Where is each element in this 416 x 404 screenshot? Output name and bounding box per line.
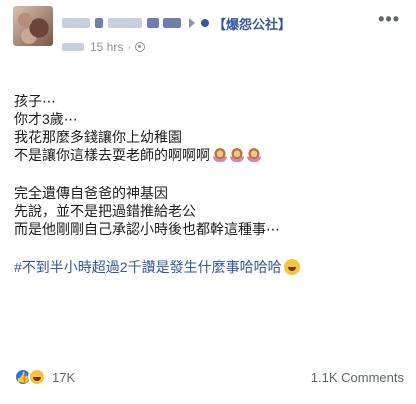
- author-name-blurred[interactable]: [62, 18, 90, 28]
- post-line: 而是他剛剛自己承認小時後也都幹這種事⋯: [14, 221, 280, 237]
- author-avatar[interactable]: [13, 6, 53, 46]
- reaction-count[interactable]: 17K: [52, 370, 75, 385]
- post-header: 【爆怨公社】: [62, 14, 291, 32]
- post-line: 我花那麼多錢讓你上幼稚園: [14, 129, 182, 145]
- post-line: 你才3歲⋯: [14, 111, 78, 127]
- timestamp[interactable]: 15 hrs: [90, 40, 123, 54]
- laughing-emoji-icon: [283, 259, 300, 275]
- hashtag-link[interactable]: #不到半小時超過2千讚是發生什麼事哈哈哈: [14, 259, 282, 275]
- post-line: 先說，並不是把過錯推給老公: [14, 203, 196, 219]
- group-icon: [201, 19, 209, 27]
- post-meta: 15 hrs ·: [62, 40, 146, 54]
- author-name-blurred-part[interactable]: [163, 18, 181, 28]
- post-line: 孩子⋯: [14, 93, 56, 109]
- post-text: 孩子⋯ 你才3歲⋯ 我花那麼多錢讓你上幼稚園 不是讓你這樣去耍老師的啊啊啊 完全…: [14, 92, 404, 276]
- author-name-blurred-part[interactable]: [147, 18, 159, 28]
- hashtag-line: #不到半小時超過2千讚是發生什麼事哈哈哈: [14, 258, 404, 276]
- woman-gesturing-emoji-icon: [213, 148, 227, 162]
- post-line: 不是讓你這樣去耍老師的啊啊啊: [14, 147, 210, 163]
- meta-separator: ·: [127, 40, 132, 54]
- haha-reaction-icon[interactable]: [28, 368, 46, 386]
- group-name-link[interactable]: 【爆怨公社】: [213, 14, 291, 33]
- woman-gesturing-emoji-icon: [230, 148, 244, 162]
- comments-count-link[interactable]: 1.1K Comments: [311, 370, 404, 385]
- globe-icon: [135, 42, 146, 52]
- caret-right-icon: [189, 18, 195, 28]
- post-line: 完全遺傳自爸爸的神基因: [14, 185, 168, 201]
- author-name-blurred-part[interactable]: [95, 18, 103, 28]
- blurred-meta: [62, 43, 84, 51]
- post-line-with-emoji: 不是讓你這樣去耍老師的啊啊啊: [14, 146, 404, 164]
- author-name-blurred-part[interactable]: [108, 18, 142, 28]
- woman-gesturing-emoji-icon: [247, 148, 261, 162]
- post-footer: 👍 17K 1.1K Comments: [14, 366, 404, 388]
- more-options-button[interactable]: •••: [378, 10, 400, 28]
